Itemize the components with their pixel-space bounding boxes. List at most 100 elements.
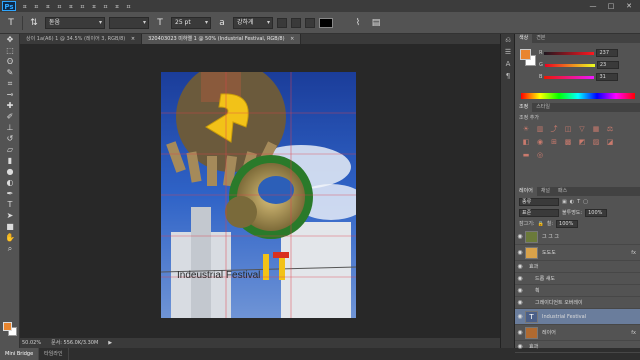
fill-field[interactable]: 100% xyxy=(556,219,579,228)
layer-effect-row[interactable]: ◉ 효과 xyxy=(515,261,640,273)
eye-icon[interactable]: ◉ xyxy=(515,275,525,282)
eye-icon[interactable]: ◉ xyxy=(515,249,525,256)
filter-pixel-icon[interactable]: ▣ xyxy=(562,199,567,205)
tab-adjustments[interactable]: 조정 xyxy=(515,103,533,112)
shape-icon[interactable]: ■ xyxy=(0,221,20,232)
tab-document-1[interactable]: 상이 1a(A6) 1 @ 34.5% (레이어 3, RGB/8) × xyxy=(20,34,143,44)
blue-value[interactable]: 31 xyxy=(596,73,619,81)
type-icon[interactable]: T xyxy=(0,199,20,210)
invert-icon[interactable]: ◩ xyxy=(577,138,587,147)
layer-row[interactable]: ◉ 그 그 그 xyxy=(515,229,640,245)
tab-color[interactable]: 색상 xyxy=(515,34,533,43)
filter-shape-icon[interactable]: ▢ xyxy=(583,199,588,205)
blend-mode-select[interactable]: 표준 xyxy=(519,208,559,217)
hand-icon[interactable]: ✋ xyxy=(0,232,20,243)
blur-icon[interactable]: ● xyxy=(0,166,20,177)
green-value[interactable]: 23 xyxy=(596,61,619,69)
color-swatches[interactable] xyxy=(3,322,17,336)
eye-icon[interactable]: ◉ xyxy=(515,343,525,350)
menu-item-type[interactable]: ㅍ xyxy=(68,2,74,11)
layer-effect-row[interactable]: ◉ 효과 xyxy=(515,341,640,353)
eyedropper-icon[interactable]: ⊸ xyxy=(0,89,20,100)
color-balance-icon[interactable]: ⚖ xyxy=(605,125,615,134)
eye-icon[interactable]: ◉ xyxy=(515,313,525,320)
selective-color-icon[interactable]: ◎ xyxy=(535,151,545,160)
minimize-button[interactable]: — xyxy=(586,1,600,11)
menu-item-file[interactable]: ㅍ xyxy=(22,2,28,11)
font-size-field[interactable]: 25 pt ▾ xyxy=(171,16,211,29)
paragraph-icon[interactable]: ¶ xyxy=(501,70,515,82)
eye-icon[interactable]: ◉ xyxy=(515,329,525,336)
eye-icon[interactable]: ◉ xyxy=(515,299,525,306)
black-white-icon[interactable]: ◧ xyxy=(521,138,531,147)
fx-icon[interactable]: fx xyxy=(631,250,636,256)
menu-item-window[interactable]: ㅍ xyxy=(126,2,132,11)
eye-icon[interactable]: ◉ xyxy=(515,233,525,240)
eye-icon[interactable]: ◉ xyxy=(515,263,525,270)
menu-item-filter[interactable]: ㅍ xyxy=(91,2,97,11)
layer-kind-filter[interactable]: 종류 xyxy=(519,197,559,206)
gradient-map-icon[interactable]: ▬ xyxy=(521,151,531,160)
color-lookup-icon[interactable]: ▩ xyxy=(563,138,573,147)
close-icon[interactable]: × xyxy=(290,36,294,42)
foreground-color-swatch[interactable] xyxy=(3,322,12,331)
menu-item-edit[interactable]: ㅍ xyxy=(34,2,40,11)
clone-stamp-icon[interactable]: ⊥ xyxy=(0,122,20,133)
pen-icon[interactable]: ✒ xyxy=(0,188,20,199)
menu-item-layer[interactable]: ㅍ xyxy=(57,2,63,11)
layer-row[interactable]: ◉ 레이어 fx xyxy=(515,325,640,341)
foreground-color-swatch[interactable] xyxy=(520,49,531,60)
healing-icon[interactable]: ✚ xyxy=(0,100,20,111)
close-button[interactable]: ✕ xyxy=(622,1,636,11)
align-left-button[interactable] xyxy=(277,17,287,28)
exposure-icon[interactable]: ◫ xyxy=(563,125,573,134)
tab-document-2[interactable]: 320403023 미하엘 1 @ 50% (Industrial Festiv… xyxy=(142,34,302,44)
threshold-icon[interactable]: ◪ xyxy=(605,138,615,147)
filter-type-icon[interactable]: T xyxy=(577,199,580,205)
tab-timeline[interactable]: 타임라인 xyxy=(39,348,69,360)
fx-icon[interactable]: fx xyxy=(631,330,636,336)
brightness-icon[interactable]: ☀ xyxy=(521,125,531,134)
antialias-select[interactable]: 강하게 ▾ xyxy=(233,16,273,29)
history-icon[interactable]: ⎌ xyxy=(501,34,515,46)
tab-styles[interactable]: 스타일 xyxy=(532,103,554,112)
menu-item-select[interactable]: ㅍ xyxy=(80,2,86,11)
lasso-icon[interactable]: ʘ xyxy=(0,56,20,67)
levels-icon[interactable]: ▥ xyxy=(535,125,545,134)
lock-icon[interactable]: 🔒 xyxy=(538,221,544,227)
maximize-button[interactable]: □ xyxy=(604,1,618,11)
tab-channels[interactable]: 채널 xyxy=(537,187,554,196)
document-canvas[interactable]: Indeustrial Festival xyxy=(161,72,356,318)
photo-filter-icon[interactable]: ◉ xyxy=(535,138,545,147)
canvas-text-layer[interactable]: Indeustrial Festival xyxy=(177,270,260,281)
character-panel-icon[interactable]: ▤ xyxy=(369,16,383,30)
eraser-icon[interactable]: ▱ xyxy=(0,144,20,155)
green-slider[interactable] xyxy=(544,63,595,67)
tab-mini-bridge[interactable]: Mini Bridge xyxy=(0,348,40,360)
move-icon[interactable]: ✥ xyxy=(0,34,20,45)
opacity-field[interactable]: 100% xyxy=(585,208,608,217)
brush-icon[interactable]: ✐ xyxy=(0,111,20,122)
vibrance-icon[interactable]: ▽ xyxy=(577,125,587,134)
layer-effect-row[interactable]: ◉ 획 xyxy=(515,285,640,297)
path-select-icon[interactable]: ➤ xyxy=(0,210,20,221)
tab-layers[interactable]: 레이어 xyxy=(515,187,537,196)
text-orientation-icon[interactable]: ⇅ xyxy=(27,16,41,30)
posterize-icon[interactable]: ▨ xyxy=(591,138,601,147)
menu-item-3d[interactable]: ㅍ xyxy=(103,2,109,11)
marquee-icon[interactable]: ⬚ xyxy=(0,45,20,56)
blue-slider[interactable] xyxy=(544,75,595,79)
color-spectrum[interactable] xyxy=(521,93,635,99)
gradient-icon[interactable]: ▮ xyxy=(0,155,20,166)
close-icon[interactable]: × xyxy=(131,36,135,42)
zoom-level[interactable]: 50.02% xyxy=(22,338,41,348)
crop-icon[interactable]: ⌗ xyxy=(0,78,20,89)
layer-effect-row[interactable]: ◉ 그레이디언트 오버레이 xyxy=(515,297,640,309)
layer-row-selected[interactable]: ◉ T Industrial Festival xyxy=(515,309,640,325)
layer-effect-row[interactable]: ◉ 드롭 섀도 xyxy=(515,273,640,285)
text-color-swatch[interactable] xyxy=(319,17,333,28)
red-value[interactable]: 237 xyxy=(596,49,619,57)
font-family-select[interactable]: 돋움 ▾ xyxy=(45,16,105,29)
quick-select-icon[interactable]: ✎ xyxy=(0,67,20,78)
font-style-select[interactable]: ▾ xyxy=(109,16,149,29)
